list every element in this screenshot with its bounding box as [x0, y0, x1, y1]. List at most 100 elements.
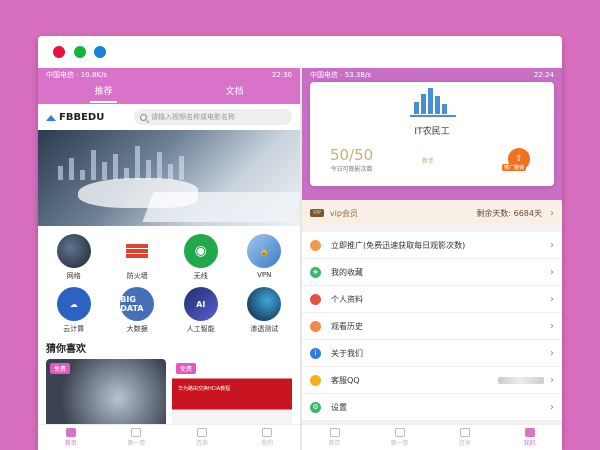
tab-docs[interactable]: 文档: [169, 82, 300, 104]
nav-label: 第一单: [390, 440, 409, 447]
promo-button[interactable]: ⇪ 推广赚钱: [502, 148, 534, 174]
category-wireless[interactable]: ◉ 无线: [169, 234, 233, 281]
menu-item-qq[interactable]: 客服QQ ›: [302, 367, 562, 394]
view-count-label: 今日可观影次数: [330, 166, 373, 173]
history-icon: [310, 320, 321, 332]
chevron-right-icon: ›: [550, 374, 554, 386]
avatar[interactable]: [414, 88, 452, 114]
nav-consult[interactable]: 咨询: [432, 425, 497, 450]
nav-label: 咨询: [458, 440, 471, 447]
gear-icon: ⚙: [310, 401, 321, 413]
menu-item-profile[interactable]: 个人资料 ›: [302, 286, 562, 313]
bigdata-icon: BIG DATA: [120, 287, 155, 321]
category-firewall[interactable]: 防火墙: [106, 234, 170, 281]
nav-mine[interactable]: 我的: [235, 425, 301, 450]
top-tabs: 推荐 文档: [38, 82, 300, 104]
menu-item-settings[interactable]: ⚙ 设置 ›: [302, 394, 562, 421]
category-bigdata[interactable]: BIG DATA 大数据: [106, 287, 170, 334]
user-icon: [524, 428, 535, 437]
megaphone-icon: [310, 239, 321, 251]
search-row: FBBEDU 请输入视频名称或电影名称: [38, 104, 300, 130]
category-label: 网络: [66, 272, 81, 280]
menu-label: 观看历史: [331, 321, 363, 331]
category-ai[interactable]: AI 人工智能: [169, 287, 233, 334]
clock-text: 22:30: [271, 71, 292, 79]
nav-label: 我的: [523, 440, 536, 447]
qq-icon: [310, 374, 321, 386]
hand-graphic: [78, 178, 198, 208]
category-label: 防火墙: [126, 272, 148, 280]
menu-item-about[interactable]: i 关于我们 ›: [302, 340, 562, 367]
menu-item-favorites[interactable]: ★ 我的收藏 ›: [302, 259, 562, 286]
cloud-icon: ☁: [56, 287, 91, 321]
home-screen: 中国电信 · 10.8K/s 22:30 推荐 文档 FBBEDU 请输入视频名…: [38, 68, 300, 450]
category-label: 大数据: [126, 325, 148, 333]
nav-consult[interactable]: 咨询: [169, 425, 235, 450]
menu-item-promote[interactable]: 立即推广(免费迅速获取每日观影次数) ›: [302, 232, 562, 259]
profile-header: IT农民工 50/50 今日可观影次数 新手 ⇪ 推广赚钱: [302, 82, 562, 200]
category-pentest[interactable]: 渗透测试: [233, 287, 297, 334]
profile-screen: 中国电信 · 53.3B/s 22:24 IT农民工 50/50 今日可观影次数…: [302, 68, 562, 450]
status-bar: 中国电信 · 10.8K/s 22:30: [38, 68, 300, 82]
free-badge: 免费: [50, 363, 71, 374]
network-icon: [56, 234, 91, 268]
banner-image[interactable]: [38, 130, 300, 226]
view-count-value: 50/50: [330, 146, 374, 164]
search-input[interactable]: 请输入视频名称或电影名称: [134, 109, 292, 125]
home-icon: [329, 428, 340, 437]
bottom-nav: 首页 第一单 咨询 我的: [38, 424, 300, 450]
chevron-right-icon: ›: [550, 266, 554, 278]
menu-label: 个人资料: [331, 294, 363, 304]
bottom-nav: 首页 第一单 咨询 我的: [302, 424, 562, 450]
nav-home[interactable]: 首页: [38, 425, 104, 450]
vip-badge: VIP: [310, 209, 324, 217]
menu-label: 我的收藏: [331, 267, 363, 277]
vpn-icon: 🔒: [247, 234, 282, 268]
maximize-window-button[interactable]: [94, 46, 106, 58]
minimize-window-button[interactable]: [74, 46, 86, 58]
logo-text: FBBEDU: [59, 111, 105, 123]
pentest-icon: [247, 287, 282, 321]
home-icon: [65, 428, 76, 437]
close-window-button[interactable]: [53, 46, 65, 58]
user-icon: [262, 428, 273, 437]
chevron-right-icon: ›: [550, 320, 554, 332]
nav-first[interactable]: 第一单: [104, 425, 170, 450]
nav-label: 首页: [328, 440, 341, 447]
nav-home[interactable]: 首页: [302, 425, 367, 450]
wifi-icon: ◉: [183, 234, 218, 268]
chat-icon: [459, 428, 470, 437]
ai-icon: AI: [183, 287, 218, 321]
redacted-qq-number: [498, 376, 544, 384]
category-label: VPN: [257, 271, 272, 279]
chevron-right-icon: ›: [550, 207, 554, 219]
status-bar: 中国电信 · 53.3B/s 22:24: [302, 68, 562, 82]
nav-first[interactable]: 第一单: [367, 425, 432, 450]
guess-you-like-title: 猜你喜欢: [46, 344, 86, 355]
menu-item-history[interactable]: 观看历史 ›: [302, 313, 562, 340]
info-icon: i: [310, 347, 321, 359]
logo-icon: [46, 113, 56, 121]
course-caption: 华为路由交换HCIA教程: [178, 386, 231, 392]
category-grid: 网络 防火墙 ◉ 无线 🔒 VPN ☁ 云计算 BIG DATA 大数据 AI …: [38, 226, 300, 338]
category-label: 人工智能: [186, 325, 215, 333]
nav-mine[interactable]: 我的: [497, 425, 562, 450]
chevron-right-icon: ›: [550, 401, 554, 413]
vip-row[interactable]: VIP vip会员 剩余天数: 6684天 ›: [302, 200, 562, 226]
app-logo: FBBEDU: [46, 112, 128, 123]
person-icon: [310, 293, 321, 305]
category-vpn[interactable]: 🔒 VPN: [233, 234, 297, 281]
profile-card: IT农民工 50/50 今日可观影次数 新手 ⇪ 推广赚钱: [310, 82, 554, 186]
vip-days: 剩余天数: 6684天: [476, 208, 542, 218]
menu-label: 立即推广(免费迅速获取每日观影次数): [331, 240, 466, 250]
tab-recommend[interactable]: 推荐: [38, 82, 169, 104]
search-placeholder: 请输入视频名称或电影名称: [151, 113, 235, 121]
menu-label: 关于我们: [331, 348, 363, 358]
category-network[interactable]: 网络: [42, 234, 106, 281]
category-label: 云计算: [63, 325, 85, 333]
category-cloud[interactable]: ☁ 云计算: [42, 287, 106, 334]
nav-label: 首页: [64, 440, 77, 447]
chevron-right-icon: ›: [550, 239, 554, 251]
search-icon: [140, 113, 147, 121]
carrier-text: 中国电信 · 10.8K/s: [46, 71, 107, 79]
